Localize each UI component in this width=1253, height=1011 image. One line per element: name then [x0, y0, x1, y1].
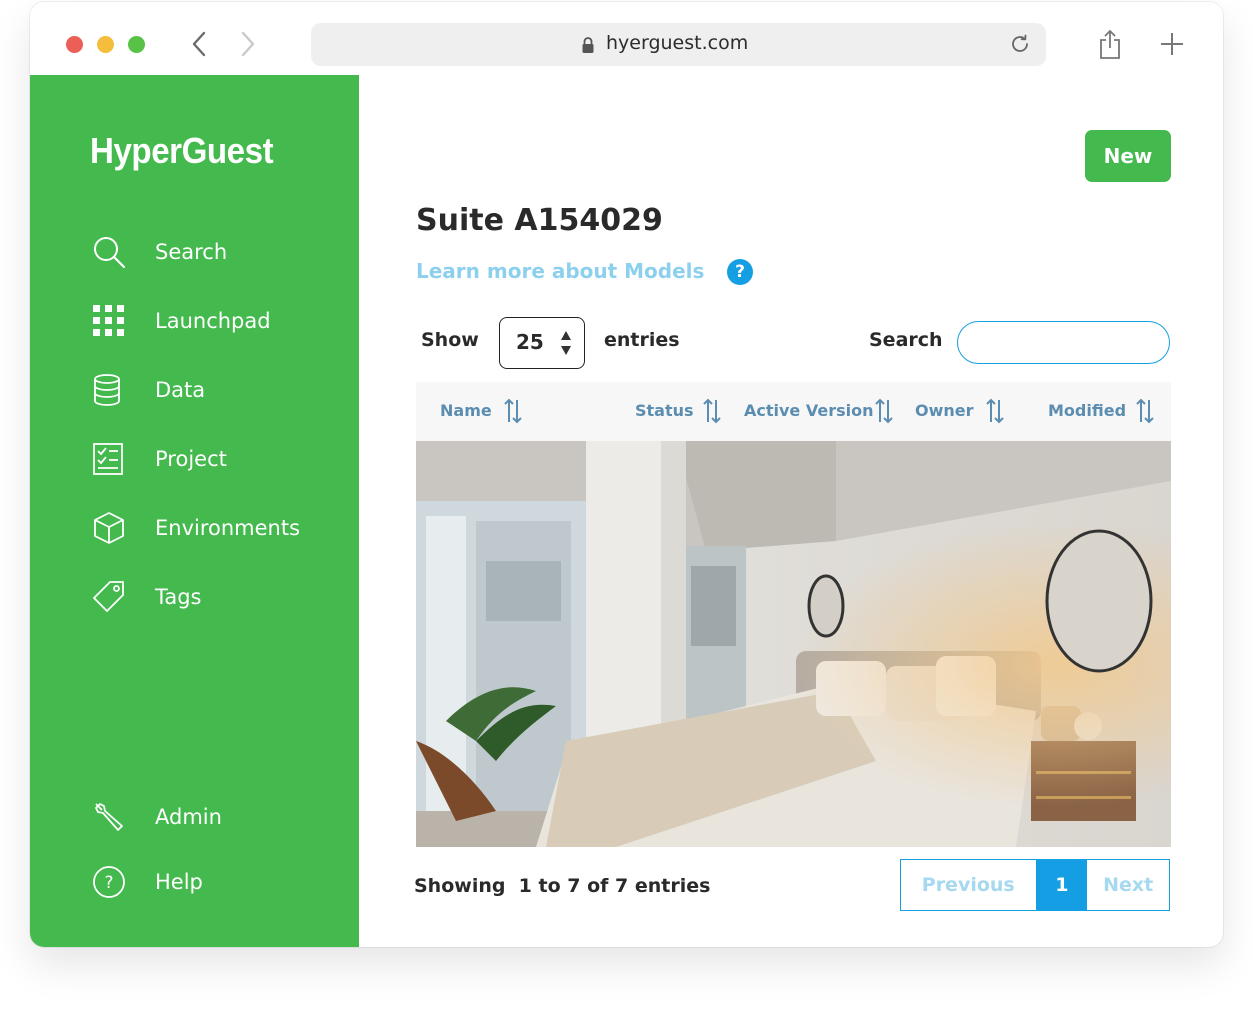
search-icon — [94, 237, 126, 269]
browser-window: hyerguest.com HyperGuest Search Launchpa… — [30, 2, 1223, 947]
back-arrow-icon[interactable] — [186, 28, 214, 60]
column-header-modified[interactable]: Modified — [1048, 401, 1126, 420]
sort-icon[interactable] — [874, 397, 894, 425]
sidebar-item-label: Launchpad — [155, 309, 271, 333]
minimize-window-button[interactable] — [97, 36, 114, 53]
sidebar-item-tags[interactable]: Tags — [92, 578, 342, 618]
database-icon — [94, 374, 120, 406]
column-header-active-version[interactable]: Active Version — [744, 401, 874, 420]
search-label: Search — [869, 329, 943, 351]
show-label: Show — [421, 329, 479, 351]
tag-icon — [93, 581, 124, 612]
sidebar-item-search[interactable]: Search — [92, 233, 342, 273]
sort-icon[interactable] — [985, 397, 1005, 425]
pagination: Previous 1 Next — [900, 859, 1170, 911]
main-content: New Suite A154029 Learn more about Model… — [359, 75, 1223, 947]
sort-icon[interactable] — [503, 397, 523, 425]
app-logo[interactable]: HyperGuest — [90, 130, 274, 172]
sidebar-item-label: Tags — [155, 585, 202, 609]
column-header-name[interactable]: Name — [440, 401, 492, 420]
sidebar-item-data[interactable]: Data — [92, 371, 342, 411]
new-button[interactable]: New — [1085, 130, 1171, 182]
showing-entries-text: Showing 1 to 7 of 7 entries — [414, 875, 711, 897]
sidebar-item-label: Environments — [155, 516, 301, 540]
wrench-icon — [95, 803, 123, 831]
svg-text:?: ? — [104, 873, 113, 893]
entries-select[interactable]: 25 — [499, 317, 585, 369]
address-bar[interactable]: hyerguest.com — [311, 23, 1046, 66]
sidebar-item-help[interactable]: ? Help — [92, 863, 342, 903]
next-page-button[interactable]: Next — [1087, 860, 1169, 910]
checklist-icon — [93, 443, 123, 475]
bedroom-photo — [416, 441, 1171, 847]
select-arrows-icon — [561, 331, 571, 355]
table-search-input[interactable] — [957, 321, 1170, 364]
page-title: Suite A154029 — [416, 203, 663, 238]
sidebar-item-label: Search — [155, 240, 228, 264]
page-1-button[interactable]: 1 — [1036, 860, 1088, 910]
sidebar-item-project[interactable]: Project — [92, 440, 342, 480]
sidebar-item-label: Project — [155, 447, 227, 471]
learn-more-link[interactable]: Learn more about Models — [416, 259, 704, 283]
forward-arrow-icon[interactable] — [233, 28, 261, 60]
maximize-window-button[interactable] — [128, 36, 145, 53]
browser-titlebar: hyerguest.com — [30, 2, 1223, 75]
sidebar-item-label: Help — [155, 870, 203, 894]
column-header-status[interactable]: Status — [635, 401, 694, 420]
lock-icon — [582, 37, 594, 53]
url-text: hyerguest.com — [606, 32, 749, 54]
entries-label: entries — [604, 329, 680, 351]
sort-icon[interactable] — [702, 397, 722, 425]
help-question-icon[interactable]: ? — [727, 259, 753, 285]
previous-page-button[interactable]: Previous — [901, 860, 1037, 910]
close-window-button[interactable] — [66, 36, 83, 53]
column-header-owner[interactable]: Owner — [915, 401, 974, 420]
sort-icon[interactable] — [1135, 397, 1155, 425]
sidebar-item-launchpad[interactable]: Launchpad — [92, 302, 342, 342]
new-tab-icon[interactable] — [1160, 32, 1184, 56]
table-header: Name Status Active Version Owner Modifie… — [416, 382, 1171, 441]
entries-select-value: 25 — [516, 330, 544, 354]
cube-icon — [94, 512, 124, 544]
sidebar-item-label: Admin — [155, 805, 222, 829]
sidebar-item-label: Data — [155, 378, 206, 402]
grid-icon — [93, 305, 124, 336]
share-icon[interactable] — [1098, 28, 1122, 60]
sidebar-item-admin[interactable]: Admin — [92, 798, 342, 838]
help-circle-icon: ? — [93, 866, 125, 898]
reload-icon[interactable] — [1009, 33, 1031, 55]
sidebar-item-environments[interactable]: Environments — [92, 509, 342, 549]
sidebar: HyperGuest Search Launchpad Data Project… — [30, 75, 359, 947]
